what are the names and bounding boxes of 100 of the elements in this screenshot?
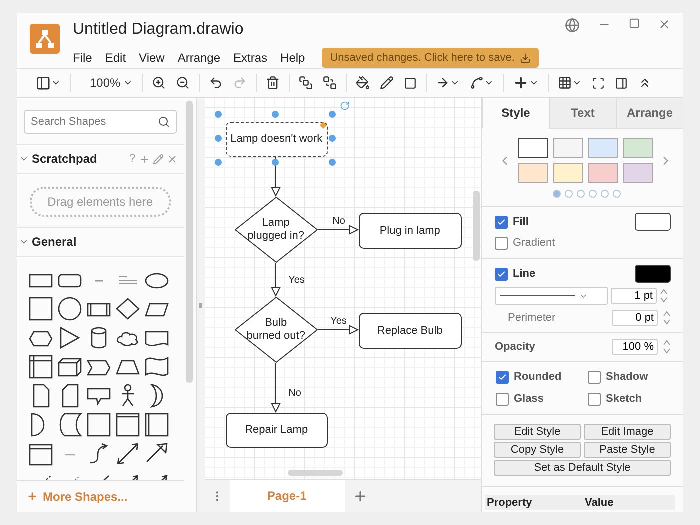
edit-icon[interactable] [152, 154, 164, 164]
spinner-icon[interactable] [663, 339, 671, 355]
menu-item[interactable]: File [73, 51, 98, 65]
opacity-field[interactable]: 100 % [612, 339, 658, 355]
decision-diamond[interactable] [234, 297, 318, 363]
menu-item[interactable]: Edit [105, 51, 132, 65]
edge-label: Yes [288, 275, 305, 286]
checkbox[interactable] [496, 392, 509, 406]
resize-handle[interactable] [329, 110, 336, 118]
page-dot[interactable] [600, 190, 608, 198]
resize-handle[interactable] [272, 158, 280, 166]
edge-label: Yes [330, 316, 347, 327]
download-icon [520, 52, 531, 64]
diamond-icon[interactable] [114, 296, 140, 322]
gradient-label: Gradient [513, 237, 556, 249]
section-title[interactable]: Scratchpad [32, 152, 126, 166]
checkbox[interactable] [588, 370, 601, 384]
double-arrow-icon[interactable] [114, 440, 140, 466]
internal-storage-icon[interactable] [28, 354, 54, 380]
drop-zone: Drag elements here [30, 187, 171, 217]
section-title[interactable]: General [32, 235, 178, 249]
page-dot[interactable] [552, 190, 560, 198]
style-swatch[interactable] [623, 138, 653, 158]
square-icon[interactable] [28, 296, 54, 322]
menu-item[interactable]: Extras [234, 51, 274, 65]
style-action-button[interactable]: Paste Style [584, 442, 671, 458]
resize-handle[interactable] [215, 158, 222, 166]
zoom-dropdown[interactable]: 100% [75, 76, 138, 90]
checkbox[interactable] [495, 216, 508, 228]
decision-label: Lamp plugged in? [248, 217, 305, 243]
style-action-button[interactable]: Copy Style [494, 442, 581, 458]
splitter-handle-icon[interactable] [199, 302, 202, 308]
resize-handle[interactable] [272, 110, 280, 118]
close-icon[interactable] [166, 154, 178, 164]
edge-label: No [288, 388, 302, 399]
search-field[interactable]: Search Shapes [24, 110, 177, 134]
process-box[interactable]: Lamp doesn't work [226, 122, 328, 157]
resize-handle[interactable] [329, 135, 336, 142]
connector-arrow [270, 362, 280, 414]
solid-line-icon [500, 294, 575, 298]
process-box[interactable]: Repair Lamp [226, 413, 328, 448]
column-header: Value [584, 496, 615, 508]
plus-icon [27, 491, 38, 502]
style-action-button[interactable]: Edit Style [494, 424, 581, 440]
resize-handle[interactable] [215, 135, 222, 142]
format-tab[interactable]: Text [549, 98, 616, 129]
process-box[interactable]: Replace Bulb [358, 313, 462, 349]
spinner-icon[interactable] [660, 288, 668, 304]
frame-shape-icon[interactable] [144, 412, 170, 438]
scrollbar-thumb[interactable] [288, 470, 343, 476]
scrollbar-thumb[interactable] [473, 191, 480, 261]
square-icon[interactable] [86, 412, 112, 438]
style-action-button[interactable]: Edit Image [584, 424, 671, 440]
page-dot[interactable] [564, 190, 572, 198]
page-dot[interactable] [588, 190, 596, 198]
line-width-field[interactable]: 1 pt [611, 288, 657, 304]
style-swatch[interactable] [518, 163, 548, 183]
rotate-handle-icon[interactable] [340, 101, 350, 111]
checkbox[interactable] [495, 268, 508, 280]
style-swatch[interactable] [518, 138, 548, 158]
style-swatch[interactable] [623, 163, 653, 183]
style-swatch[interactable] [588, 163, 618, 183]
style-swatch[interactable] [553, 138, 583, 158]
line-color-button[interactable] [635, 265, 671, 283]
fill-label: Fill [513, 216, 530, 228]
spinner-icon[interactable] [663, 310, 671, 326]
menu-item[interactable]: Arrange [178, 51, 227, 65]
checkbox[interactable] [588, 392, 601, 406]
checkbox[interactable] [495, 236, 508, 250]
menu-item[interactable]: View [139, 51, 171, 65]
column-header: Property [486, 496, 534, 508]
unsaved-changes-button[interactable]: Unsaved changes. Click here to save. [322, 48, 539, 68]
window-shape-icon[interactable] [114, 412, 140, 438]
style-swatch[interactable] [588, 138, 618, 158]
checkmark-icon [497, 270, 506, 278]
resize-handle[interactable] [329, 158, 336, 166]
page-dot[interactable] [612, 190, 620, 198]
scrollbar-thumb[interactable] [186, 101, 194, 383]
checkbox[interactable] [496, 370, 509, 384]
style-action-button[interactable]: Set as Default Style [494, 460, 671, 476]
checkmark-icon [498, 372, 507, 382]
resize-handle[interactable] [215, 110, 222, 118]
perimeter-field[interactable]: 0 pt [612, 310, 658, 326]
format-tab[interactable]: Arrange [616, 98, 683, 129]
app-logo-icon [30, 24, 60, 54]
line-style-dropdown[interactable] [495, 287, 608, 305]
style-swatch[interactable] [553, 163, 583, 183]
connector-arrow [317, 225, 359, 235]
search-icon[interactable] [158, 116, 170, 128]
page-dot[interactable] [576, 190, 584, 198]
menu-item[interactable]: Help [280, 51, 312, 65]
fill-color-button[interactable] [635, 213, 671, 231]
decision-diamond[interactable] [234, 197, 318, 263]
opacity-label: Opacity [495, 341, 536, 353]
connector-arrow [317, 325, 359, 335]
add-icon[interactable] [138, 154, 150, 164]
globe-icon[interactable] [565, 18, 580, 33]
connector-arrow [270, 262, 280, 298]
process-box[interactable]: Plug in lamp [358, 213, 462, 249]
circle-icon[interactable] [56, 296, 82, 322]
